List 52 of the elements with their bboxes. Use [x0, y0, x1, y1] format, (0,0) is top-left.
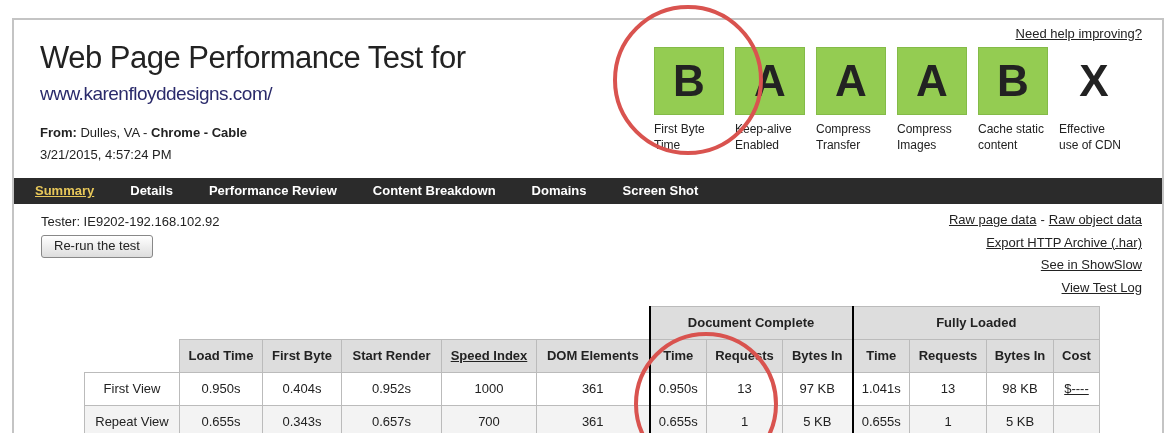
- rerun-button[interactable]: Re-run the test: [41, 234, 153, 258]
- grade-tile: A: [897, 46, 967, 115]
- grade-label: Compress Transfer: [815, 120, 872, 153]
- grade-label: Cache static content: [977, 120, 1046, 153]
- nav-tab[interactable]: Screen Shot: [622, 181, 699, 201]
- data-link[interactable]: See in ShowSlow: [1040, 255, 1142, 275]
- nav-tab[interactable]: Content Breakdown: [372, 181, 496, 201]
- grade-label: Compress Images: [896, 120, 953, 153]
- grade-letter: X: [1078, 54, 1110, 107]
- column-header: Time: [852, 339, 910, 373]
- row-header: Repeat View: [84, 405, 180, 433]
- nav-tab[interactable]: Domains: [531, 181, 587, 201]
- nav-tab[interactable]: Summary: [35, 181, 95, 201]
- column-header: Requests: [909, 339, 987, 373]
- column-header: First Byte: [262, 339, 342, 373]
- tester-info: Tester: IE9202-192.168.102.92: [41, 213, 220, 231]
- table-cell: 0.655s: [649, 405, 707, 433]
- table-cell: 0.952s: [341, 372, 442, 406]
- column-header: Load Time: [179, 339, 263, 373]
- column-header: Start Render: [341, 339, 442, 373]
- grade-tile: A: [816, 46, 886, 115]
- data-link[interactable]: Raw page data: [948, 210, 1037, 230]
- table-cell: 13: [706, 372, 783, 406]
- site-url-link[interactable]: www.karenfloyddesigns.com/: [40, 80, 466, 109]
- data-link[interactable]: Raw object data: [1048, 210, 1142, 230]
- table-cell: 13: [909, 372, 987, 406]
- table-cell[interactable]: $----: [1053, 372, 1100, 406]
- group-header: Fully Loaded: [852, 306, 1100, 340]
- table-cell: 0.655s: [852, 405, 910, 433]
- test-date: 3/21/2015, 4:57:24 PM: [40, 146, 173, 164]
- separator: -: [1040, 211, 1045, 229]
- table-cell: 98 KB: [986, 372, 1054, 406]
- data-link[interactable]: Export HTTP Archive (.har): [986, 232, 1142, 252]
- row-header: First View: [84, 372, 180, 406]
- test-location: From: Dulles, VA - Chrome - Cable: [40, 123, 249, 142]
- grade-tile: B: [978, 46, 1048, 115]
- grade-tile: B: [654, 46, 724, 115]
- grade-label: Effective use of CDN: [1058, 120, 1123, 153]
- column-header: DOM Elements: [536, 339, 650, 373]
- nav-tab[interactable]: Performance Review: [208, 181, 337, 201]
- group-header: Document Complete: [649, 306, 853, 340]
- data-link[interactable]: View Test Log: [1061, 277, 1142, 297]
- table-cell: 1000: [441, 372, 537, 406]
- column-header[interactable]: Speed Index: [441, 339, 537, 373]
- table-cell: 0.404s: [262, 372, 342, 406]
- help-link[interactable]: Need help improving?: [1015, 24, 1142, 44]
- column-header: Bytes In: [782, 339, 853, 373]
- page-title: Web Page Performance Test for: [40, 39, 466, 77]
- nav-tab[interactable]: Details: [130, 181, 173, 201]
- column-header: Bytes In: [986, 339, 1054, 373]
- table-cell: 0.950s: [179, 372, 263, 406]
- column-header: Cost: [1053, 339, 1100, 373]
